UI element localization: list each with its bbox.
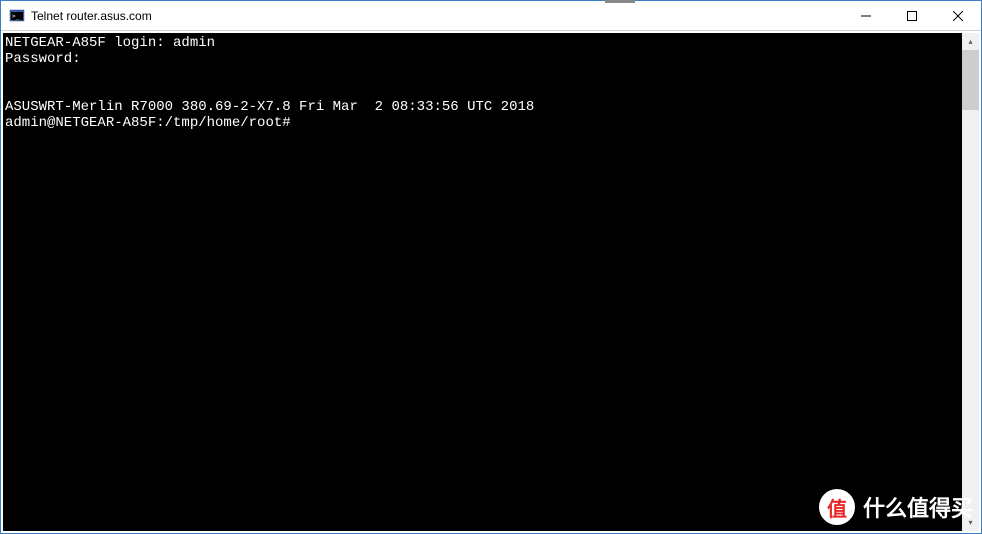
vertical-scrollbar[interactable]: ▴ ▾ <box>962 33 979 531</box>
terminal-line: ASUSWRT-Merlin R7000 380.69-2-X7.8 Fri M… <box>5 99 534 115</box>
terminal-line: Password: <box>5 51 81 67</box>
scroll-up-arrow-icon[interactable]: ▴ <box>962 33 979 50</box>
top-marker <box>605 0 635 3</box>
terminal-line: NETGEAR-A85F login: admin <box>5 35 215 51</box>
scroll-down-arrow-icon[interactable]: ▾ <box>962 514 979 531</box>
terminal-output[interactable]: NETGEAR-A85F login: admin Password: ASUS… <box>3 33 962 531</box>
scroll-thumb[interactable] <box>962 50 979 110</box>
maximize-button[interactable] <box>889 1 935 30</box>
close-button[interactable] <box>935 1 981 30</box>
terminal-icon: >_ <box>9 8 25 24</box>
minimize-button[interactable] <box>843 1 889 30</box>
titlebar-left: >_ Telnet router.asus.com <box>1 8 152 24</box>
svg-text:>_: >_ <box>12 13 20 20</box>
window-controls <box>843 1 981 30</box>
terminal-line: admin@NETGEAR-A85F:/tmp/home/root# <box>5 115 291 131</box>
window-title: Telnet router.asus.com <box>31 9 152 23</box>
titlebar[interactable]: >_ Telnet router.asus.com <box>1 1 981 31</box>
terminal-area: NETGEAR-A85F login: admin Password: ASUS… <box>1 31 981 533</box>
telnet-window: >_ Telnet router.asus.com NETGEAR-A85F l… <box>0 0 982 534</box>
